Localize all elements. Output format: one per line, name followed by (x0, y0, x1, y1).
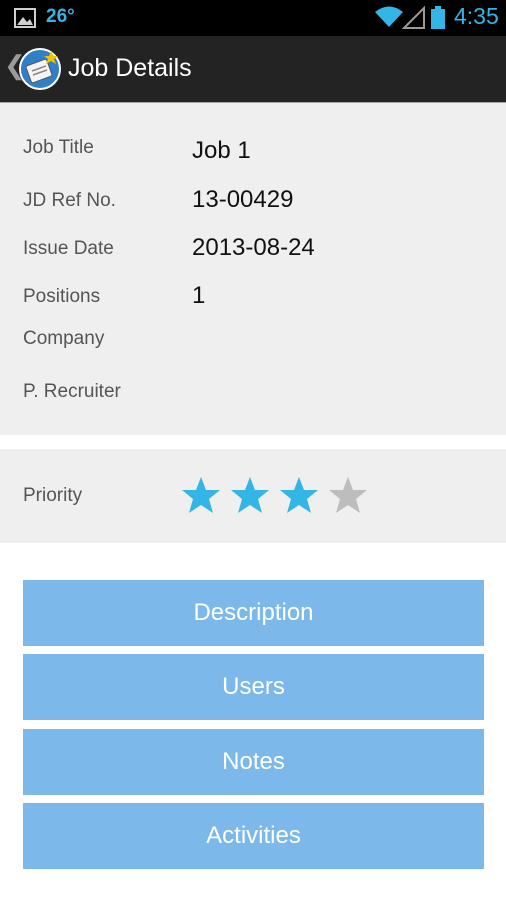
jd-ref-value: 13-00429 (192, 186, 294, 213)
issue-date-label: Issue Date (23, 238, 114, 259)
priority-panel: Priority (0, 449, 506, 543)
star-filled-icon[interactable] (278, 475, 320, 517)
star-empty-icon[interactable] (327, 475, 369, 517)
positions-value: 1 (192, 282, 206, 309)
status-bar: 26° 4:35 (0, 0, 506, 36)
positions-label: Positions (23, 286, 101, 307)
clock: 4:35 (454, 3, 499, 29)
issue-date-value: 2013-08-24 (192, 234, 315, 261)
temperature-indicator: 26° (46, 6, 75, 27)
wifi-icon (375, 6, 403, 27)
star-filled-icon[interactable] (229, 475, 271, 517)
activities-button[interactable]: Activities (23, 803, 484, 869)
image-icon (14, 8, 36, 28)
users-button[interactable]: Users (23, 654, 484, 720)
action-bar: ❮ Job Details (0, 36, 506, 102)
jd-ref-label: JD Ref No. (23, 190, 116, 211)
job-title-value: Job 1 (192, 137, 251, 164)
notes-button[interactable]: Notes (23, 729, 484, 795)
recruiter-label: P. Recruiter (23, 381, 121, 402)
star-filled-icon[interactable] (180, 475, 222, 517)
job-details-panel: Job Title Job 1 JD Ref No. 13-00429 Issu… (0, 103, 506, 435)
signal-icon (402, 6, 425, 29)
page-title: Job Details (68, 54, 192, 82)
app-logo-icon[interactable] (18, 47, 62, 91)
description-button[interactable]: Description (23, 580, 484, 646)
battery-icon (431, 6, 445, 29)
company-label: Company (23, 328, 105, 349)
priority-label: Priority (23, 485, 83, 506)
job-title-label: Job Title (23, 137, 94, 158)
